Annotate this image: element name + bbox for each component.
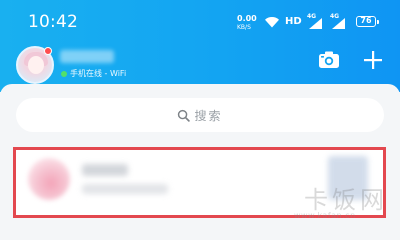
network-speed: 0.00 KB/S <box>237 15 257 32</box>
battery-icon: 76 <box>356 16 379 27</box>
notification-dot <box>44 47 52 55</box>
hd-label: HD <box>285 16 302 27</box>
conversation-thumbnail-blurred <box>328 156 368 200</box>
status-time: 10:42 <box>28 12 78 32</box>
battery-level: 76 <box>360 16 372 25</box>
plus-icon <box>364 51 382 69</box>
top-header: 10:42 0.00 KB/S HD 4G 4G 76 手机在线 - WiFi <box>0 0 400 92</box>
search-bar[interactable]: 搜索 <box>16 98 384 132</box>
conversation-list-item-highlighted[interactable] <box>13 147 386 218</box>
camera-button[interactable] <box>318 50 340 70</box>
user-nickname-blurred <box>60 50 114 63</box>
online-status-text[interactable]: 手机在线 - WiFi <box>70 68 126 79</box>
search-icon <box>178 109 191 122</box>
signal-strength-icon: 4G <box>330 13 346 34</box>
conversation-preview-blurred <box>82 184 168 194</box>
status-bar: 10:42 0.00 KB/S HD 4G 4G 76 <box>0 0 400 44</box>
camera-icon <box>319 51 339 68</box>
network-speed-unit: KB/S <box>237 24 251 31</box>
conversation-avatar-blurred <box>28 158 70 200</box>
network-speed-value: 0.00 <box>237 14 257 23</box>
add-button[interactable] <box>361 48 385 72</box>
search-placeholder: 搜索 <box>194 108 223 123</box>
signal-strength-icon: 4G <box>307 13 323 34</box>
avatar-face <box>28 56 44 74</box>
signal-network-tag: 4G <box>330 13 340 20</box>
signal-network-tag: 4G <box>307 13 317 20</box>
wifi-icon <box>265 16 279 28</box>
online-status-dot <box>61 71 67 77</box>
conversation-name-blurred <box>82 164 128 176</box>
